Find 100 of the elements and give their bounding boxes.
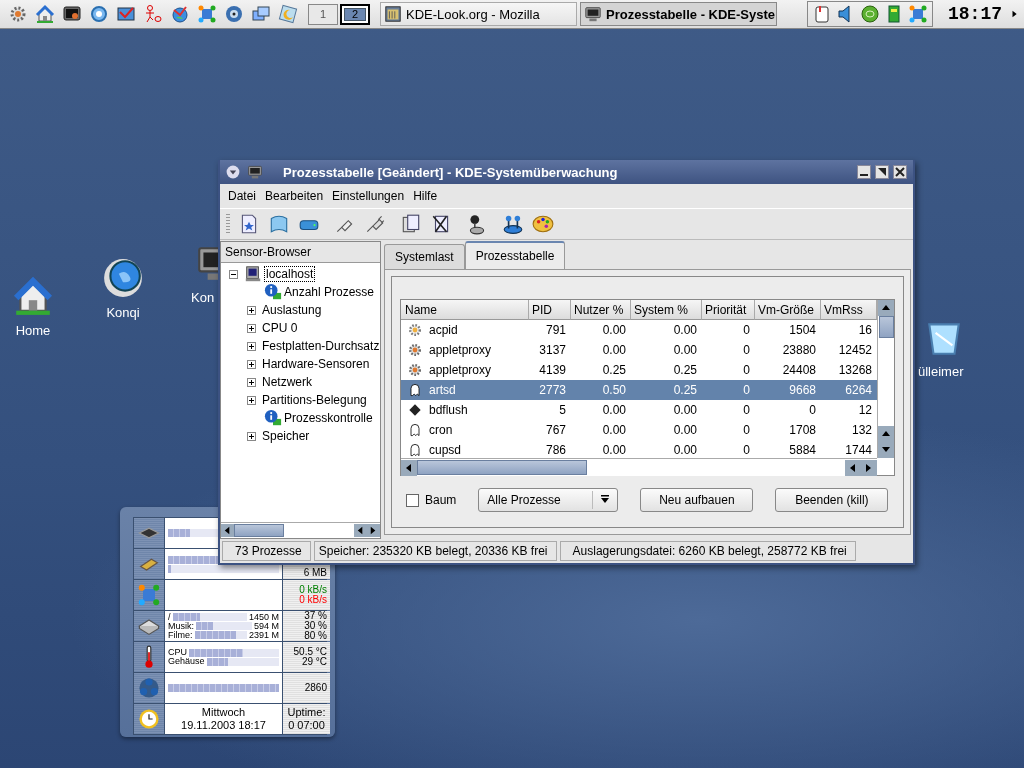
reading: 6 MB bbox=[303, 568, 327, 578]
minimize-icon[interactable] bbox=[857, 165, 871, 179]
table-row[interactable]: appletproxy 4139 0.25 0.25 0 24408 13268 bbox=[401, 360, 877, 380]
disc-icon[interactable] bbox=[224, 4, 244, 24]
table-cell: 9668 bbox=[789, 383, 816, 397]
table-row[interactable]: artsd 2773 0.50 0.25 0 9668 6264 bbox=[401, 380, 877, 400]
arrow-left-icon[interactable] bbox=[221, 524, 234, 537]
reading: 2860 bbox=[304, 683, 327, 693]
menu-item[interactable]: Hilfe bbox=[413, 189, 438, 205]
column-header[interactable]: Vm-Größe bbox=[755, 300, 821, 320]
palette-icon[interactable] bbox=[532, 213, 554, 235]
globe-icon[interactable] bbox=[102, 257, 144, 299]
gear-icon[interactable] bbox=[8, 4, 28, 24]
table-cell: 1744 bbox=[845, 443, 872, 457]
tree-item[interactable]: Festplatten-Durchsatz bbox=[262, 339, 380, 353]
expander-icon[interactable] bbox=[229, 269, 238, 279]
table-cell: cupsd bbox=[429, 443, 462, 457]
arrow-up-icon[interactable] bbox=[878, 426, 894, 442]
checkbox[interactable] bbox=[406, 493, 419, 507]
network-icon[interactable] bbox=[908, 4, 928, 24]
scrollbar[interactable] bbox=[877, 300, 894, 458]
column-header[interactable]: VmRss bbox=[821, 300, 877, 320]
lifebuoy-icon[interactable] bbox=[89, 4, 109, 24]
tree-item[interactable]: Hardware-Sensoren bbox=[262, 357, 370, 371]
arrow-left-icon[interactable] bbox=[354, 524, 367, 537]
column-header[interactable]: System % bbox=[631, 300, 702, 320]
tree-item[interactable]: Partitions-Belegung bbox=[262, 393, 367, 407]
joystick-icon[interactable] bbox=[502, 213, 524, 235]
close-icon[interactable] bbox=[893, 165, 907, 179]
expander-icon[interactable] bbox=[247, 395, 256, 405]
button[interactable]: Beenden (kill) bbox=[775, 488, 889, 512]
plug-icon[interactable] bbox=[364, 213, 386, 235]
menu-icon[interactable] bbox=[225, 164, 241, 180]
house-icon[interactable] bbox=[12, 275, 54, 317]
meter-label: Musik: bbox=[168, 621, 194, 631]
monitor-icon[interactable] bbox=[62, 4, 82, 24]
pages-icon[interactable] bbox=[400, 213, 422, 235]
desktop-icon-label[interactable]: ülleimer bbox=[918, 364, 964, 379]
desktop-icon-label[interactable]: Kon bbox=[191, 290, 215, 305]
arrow-right-icon[interactable] bbox=[367, 524, 380, 537]
desktop-icon-label[interactable]: Konqi bbox=[106, 305, 140, 320]
taskbar-button[interactable]: KDE-Look.org - Mozilla bbox=[380, 2, 577, 26]
house-icon[interactable] bbox=[35, 4, 55, 24]
scrollbar-thumb[interactable] bbox=[878, 316, 894, 338]
column-header[interactable]: Priorität bbox=[702, 300, 755, 320]
expander-icon[interactable] bbox=[247, 305, 256, 315]
windows-icon[interactable] bbox=[251, 4, 271, 24]
info-icon bbox=[264, 283, 282, 301]
scrollbar-thumb[interactable] bbox=[234, 524, 284, 537]
scrollbar[interactable] bbox=[221, 522, 380, 538]
menu-item[interactable]: Bearbeiten bbox=[265, 189, 324, 205]
arrow-left-icon[interactable] bbox=[401, 459, 417, 476]
tree-item[interactable]: Anzahl Prozesse bbox=[284, 285, 375, 299]
expander-icon[interactable] bbox=[247, 377, 256, 387]
figure-icon[interactable] bbox=[143, 4, 163, 24]
column-header[interactable]: Name bbox=[401, 300, 529, 320]
expander-icon[interactable] bbox=[247, 431, 256, 441]
table-cell: 791 bbox=[545, 323, 566, 337]
sheet-icon[interactable] bbox=[268, 213, 290, 235]
arrow-right-icon[interactable] bbox=[861, 459, 877, 476]
arrow-left-icon[interactable] bbox=[845, 459, 861, 476]
checkbox-label[interactable]: Baum bbox=[425, 493, 457, 507]
table-row[interactable]: appletproxy 3137 0.00 0.00 0 23880 12452 bbox=[401, 340, 877, 360]
moon-icon[interactable] bbox=[278, 4, 298, 24]
taskbar-button[interactable]: Prozesstabelle - KDE-Syste bbox=[580, 2, 777, 26]
menu-item[interactable]: Datei bbox=[228, 189, 256, 205]
table-row[interactable]: bdflush 5 0.00 0.00 0 0 12 bbox=[401, 400, 877, 420]
toolbar-grip[interactable] bbox=[226, 214, 230, 234]
mail-icon[interactable] bbox=[116, 4, 136, 24]
button[interactable]: Neu aufbauen bbox=[640, 488, 754, 512]
table-row[interactable]: cron 767 0.00 0.00 0 1708 132 bbox=[401, 420, 877, 440]
menu-item[interactable]: Einstellungen bbox=[332, 189, 405, 205]
clock[interactable]: 18:17 bbox=[948, 4, 1002, 24]
expander-icon[interactable] bbox=[247, 359, 256, 369]
network-icon[interactable] bbox=[197, 4, 217, 24]
expander-icon[interactable] bbox=[247, 323, 256, 333]
tree-item[interactable]: Prozesskontrolle bbox=[284, 411, 373, 425]
maximize-icon[interactable] bbox=[875, 165, 889, 179]
globe-icon[interactable] bbox=[170, 4, 190, 24]
tree-item[interactable]: localhost bbox=[264, 266, 316, 282]
table-row[interactable]: cupsd 786 0.00 0.00 0 5884 1744 bbox=[401, 440, 877, 458]
scrollbar-thumb[interactable] bbox=[417, 460, 587, 475]
tree-item[interactable]: Netzwerk bbox=[262, 375, 312, 389]
arrow-down-icon[interactable] bbox=[878, 442, 894, 458]
tab[interactable]: Systemlast bbox=[384, 244, 465, 269]
tree-item[interactable]: CPU 0 bbox=[262, 321, 298, 335]
arrow-up-icon[interactable] bbox=[878, 300, 894, 316]
column-header[interactable]: Nutzer % bbox=[571, 300, 631, 320]
column-header[interactable]: PID bbox=[529, 300, 571, 320]
scrollbar[interactable] bbox=[401, 458, 877, 476]
desktop-icon-label[interactable]: Home bbox=[15, 323, 51, 338]
ball-icon[interactable] bbox=[860, 4, 880, 24]
table-row[interactable]: acpid 791 0.00 0.00 0 1504 16 bbox=[401, 320, 877, 340]
expander-icon[interactable] bbox=[247, 341, 256, 351]
clipboard-icon[interactable] bbox=[812, 4, 832, 24]
tree-item[interactable]: Speicher bbox=[262, 429, 310, 443]
desktop-pager-button[interactable]: 1 bbox=[308, 3, 338, 25]
tab[interactable]: Prozesstabelle bbox=[464, 241, 566, 269]
tree-item[interactable]: Auslastung bbox=[262, 303, 322, 317]
dropdown[interactable]: Alle Prozesse bbox=[478, 488, 619, 512]
